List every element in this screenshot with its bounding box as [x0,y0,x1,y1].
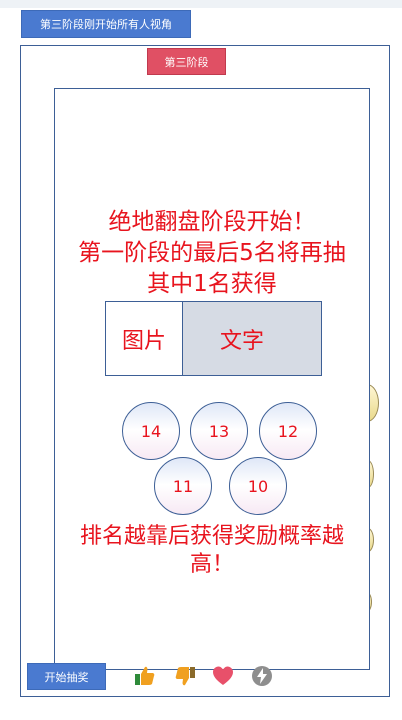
thumbs-down-icon[interactable] [174,665,196,687]
rank-circle-12[interactable]: 12 [259,402,317,460]
thumbs-up-icon[interactable] [134,665,156,687]
lottery-modal: 绝地翻盘阶段开始！ 第一阶段的最后5名将再抽 其中1名获得 图片 文字 14 1… [54,88,370,670]
stage-view-tab[interactable]: 第三阶段刚开始所有人视角 [21,10,191,38]
headline-line: 其中1名获得 [147,271,277,297]
rank-circle-10[interactable]: 10 [229,457,287,515]
start-lottery-button[interactable]: 开始抽奖 [27,663,106,690]
rank-circle-11[interactable]: 11 [154,457,212,515]
image-placeholder: 图片 [106,302,183,375]
stage-badge: 第三阶段 [147,48,226,75]
headline-line: 第一阶段的最后5名将再抽 [78,240,346,266]
lightning-icon[interactable] [251,665,273,687]
reward-message: 排名越靠后获得奖励概率越 高！ [55,523,369,579]
headline-line: 绝地翻盘阶段开始！ [108,209,316,235]
heart-icon[interactable] [212,665,234,687]
headline: 绝地翻盘阶段开始！ 第一阶段的最后5名将再抽 其中1名获得 [55,207,369,300]
reward-message-line: 排名越靠后获得奖励概率越 [79,524,344,549]
rank-circle-14[interactable]: 14 [122,402,180,460]
text-placeholder: 文字 [183,302,321,375]
rank-circle-13[interactable]: 13 [190,402,248,460]
top-strip [0,0,402,8]
reward-message-line: 高！ [189,552,234,577]
media-card: 图片 文字 [105,301,322,376]
